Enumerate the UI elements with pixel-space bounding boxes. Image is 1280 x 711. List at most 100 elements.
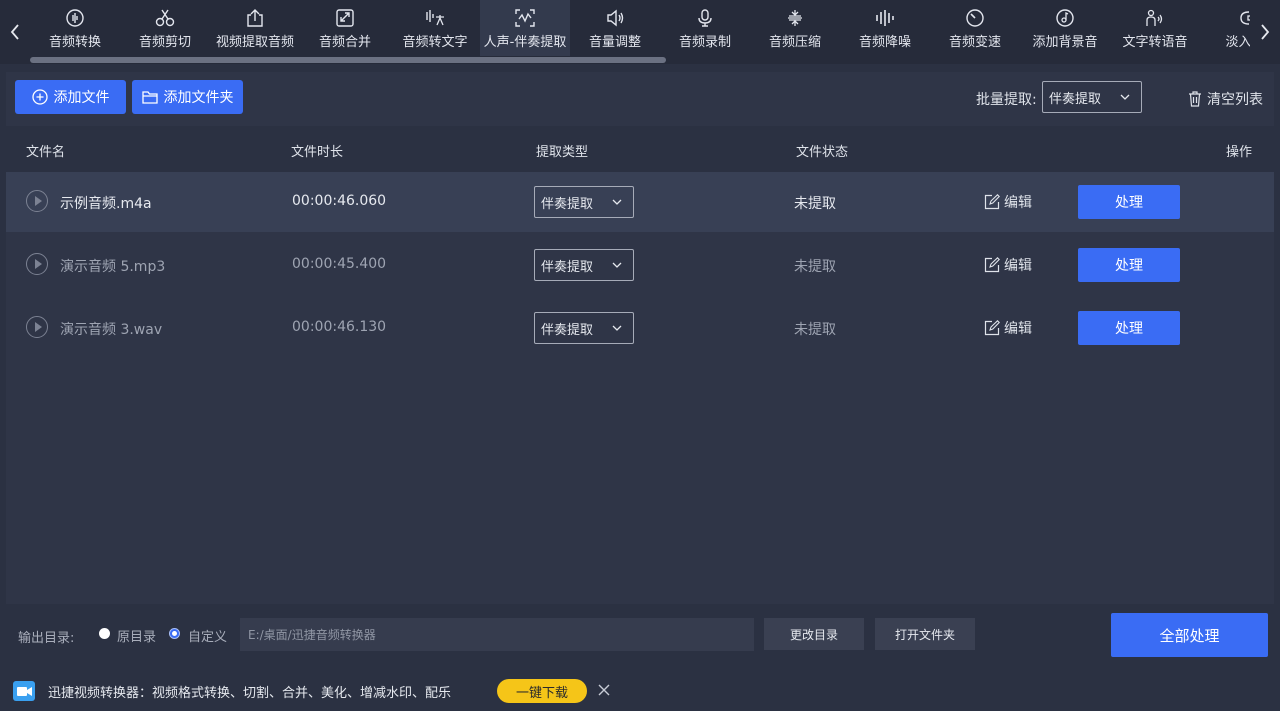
file-status: 未提取 <box>794 322 836 338</box>
header-file-name: 文件名 <box>26 145 66 160</box>
toolbar-scrollbar[interactable] <box>30 57 1250 63</box>
table-row[interactable]: 演示音频 3.wav 00:00:46.130 伴奏提取 未提取 编辑 处理 <box>6 298 1274 358</box>
add-file-label: 添加文件 <box>53 90 110 106</box>
process-button[interactable]: 处理 <box>1078 185 1180 219</box>
trash-icon <box>1189 91 1201 107</box>
tool-audio-denoise[interactable]: 音频降噪 <box>840 0 930 56</box>
radio-custom-label[interactable]: 自定义 <box>188 626 227 645</box>
chevron-down-icon <box>612 325 622 331</box>
tool-label: 添加背景音 <box>1032 35 1098 50</box>
file-name: 演示音频 3.wav <box>60 322 163 338</box>
extract-type-select[interactable]: 伴奏提取 <box>534 312 634 344</box>
tool-label: 音频合并 <box>318 35 371 50</box>
tool-label: 文字转语音 <box>1122 35 1188 50</box>
tool-audio-merge[interactable]: 音频合并 <box>300 0 390 56</box>
file-duration: 00:00:46.130 <box>292 319 387 335</box>
chevron-down-icon <box>612 262 622 268</box>
table-row[interactable]: 演示音频 5.mp3 00:00:45.400 伴奏提取 未提取 编辑 处理 <box>6 235 1274 295</box>
add-file-button[interactable]: 添加文件 <box>15 80 126 114</box>
edit-button[interactable]: 编辑 <box>984 255 1032 275</box>
tool-audio-convert[interactable]: 音频转换 <box>30 0 120 56</box>
tool-audio-to-text[interactable]: 音频转文字 <box>390 0 480 56</box>
process-button[interactable]: 处理 <box>1078 248 1180 282</box>
tool-audio-cut[interactable]: 音频剪切 <box>120 0 210 56</box>
edit-label: 编辑 <box>1004 195 1032 211</box>
scrollbar-thumb[interactable] <box>30 57 666 63</box>
extract-type-select[interactable]: 伴奏提取 <box>534 186 634 218</box>
tool-video-extract-audio[interactable]: 视频提取音频 <box>210 0 300 56</box>
change-dir-button[interactable]: 更改目录 <box>764 618 864 650</box>
play-icon[interactable] <box>26 253 48 275</box>
play-icon[interactable] <box>26 190 48 212</box>
scroll-left-icon[interactable] <box>0 0 30 64</box>
process-all-button[interactable]: 全部处理 <box>1111 613 1268 657</box>
tool-audio-speed[interactable]: 音频变速 <box>930 0 1020 56</box>
file-status: 未提取 <box>794 259 836 275</box>
folder-icon <box>141 91 158 104</box>
clear-list-button[interactable]: 清空列表 <box>1188 89 1263 109</box>
edit-icon <box>984 194 1000 210</box>
tool-list: 音频转换 音频剪切 视频提取音频 音频合并 音频转文字 人声-伴奏提取 音量调整… <box>30 0 1250 56</box>
table-header: 文件名 文件时长 提取类型 文件状态 操作 <box>6 126 1274 172</box>
clear-list-label: 清空列表 <box>1207 92 1263 108</box>
process-button[interactable]: 处理 <box>1078 311 1180 345</box>
tool-text-to-speech[interactable]: 文字转语音 <box>1110 0 1200 56</box>
tool-label: 音频录制 <box>678 35 731 50</box>
tool-audio-record[interactable]: 音频录制 <box>660 0 750 56</box>
tool-audio-compress[interactable]: 音频压缩 <box>750 0 840 56</box>
table-row[interactable]: 示例音频.m4a 00:00:46.060 伴奏提取 未提取 编辑 处理 <box>6 172 1274 232</box>
header-extract-type: 提取类型 <box>536 145 589 160</box>
radio-original-dir[interactable] <box>99 628 110 639</box>
one-click-download-button[interactable]: 一键下载 <box>497 679 587 703</box>
add-folder-label: 添加文件夹 <box>163 90 234 106</box>
output-dir-label: 输出目录: <box>18 631 75 646</box>
batch-extract-select[interactable]: 伴奏提取 <box>1042 81 1142 113</box>
chevron-down-icon <box>1120 94 1130 100</box>
close-icon[interactable] <box>597 683 611 697</box>
tts-icon <box>1145 9 1165 27</box>
equalizer-icon <box>875 9 895 27</box>
open-folder-button[interactable]: 打开文件夹 <box>875 618 975 650</box>
radio-custom-dir[interactable] <box>169 628 180 639</box>
play-icon[interactable] <box>26 316 48 338</box>
tool-label: 音频压缩 <box>768 35 821 50</box>
music-disc-icon <box>1055 9 1075 27</box>
file-panel: 添加文件 添加文件夹 批量提取: 伴奏提取 清空列表 文件名 文件时长 提取类型… <box>6 72 1274 604</box>
upload-icon <box>245 9 265 27</box>
extract-type-value: 伴奏提取 <box>541 322 594 338</box>
extract-type-select[interactable]: 伴奏提取 <box>534 249 634 281</box>
toolbar: 音频转换 音频剪切 视频提取音频 音频合并 音频转文字 人声-伴奏提取 音量调整… <box>0 0 1280 64</box>
tool-label: 淡入淡 <box>1225 35 1250 50</box>
extract-type-value: 伴奏提取 <box>541 196 594 212</box>
edit-icon <box>984 257 1000 273</box>
translate-icon <box>425 9 445 27</box>
edit-label: 编辑 <box>1004 321 1032 337</box>
speed-icon <box>965 9 985 27</box>
file-duration: 00:00:46.060 <box>292 193 387 209</box>
scroll-right-icon[interactable] <box>1250 0 1280 64</box>
tool-label: 视频提取音频 <box>215 35 294 50</box>
edit-button[interactable]: 编辑 <box>984 192 1032 212</box>
extract-type-value: 伴奏提取 <box>541 259 594 275</box>
batch-extract-label: 批量提取: <box>976 92 1037 108</box>
tool-volume-adjust[interactable]: 音量调整 <box>570 0 660 56</box>
header-file-status: 文件状态 <box>796 145 849 160</box>
edit-button[interactable]: 编辑 <box>984 318 1032 338</box>
compress-icon <box>785 9 805 27</box>
header-duration: 文件时长 <box>291 145 344 160</box>
tool-label: 音频变速 <box>948 35 1001 50</box>
output-path-field[interactable]: E:/桌面/迅捷音频转换器 <box>240 618 754 651</box>
file-duration: 00:00:45.400 <box>292 256 387 272</box>
tool-add-background-music[interactable]: 添加背景音 <box>1020 0 1110 56</box>
tool-label: 音频转换 <box>48 35 101 50</box>
tool-label: 音频剪切 <box>138 35 191 50</box>
voice-extract-icon <box>515 9 535 27</box>
tool-fade[interactable]: 淡入淡 <box>1200 0 1250 56</box>
file-name: 演示音频 5.mp3 <box>60 259 166 275</box>
add-folder-button[interactable]: 添加文件夹 <box>132 80 243 114</box>
chevron-down-icon <box>612 199 622 205</box>
microphone-icon <box>695 9 715 27</box>
radio-original-label[interactable]: 原目录 <box>117 626 156 645</box>
tool-vocal-extract[interactable]: 人声-伴奏提取 <box>480 0 570 56</box>
scissors-icon <box>155 9 175 27</box>
